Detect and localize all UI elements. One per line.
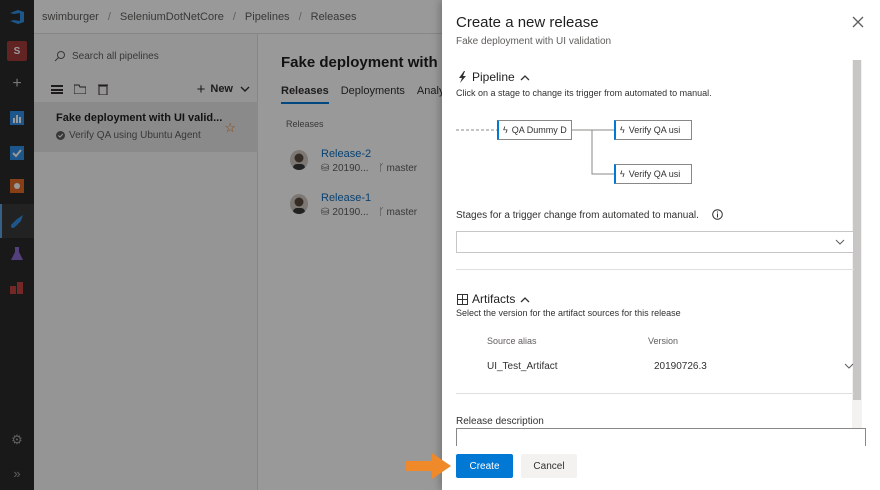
panel-title: Create a new release (456, 14, 599, 31)
stage-label: Verify QA usi (628, 125, 681, 135)
section-divider (456, 269, 854, 270)
pipeline-section-header[interactable]: Pipeline (456, 70, 530, 84)
artifacts-section-header[interactable]: Artifacts (456, 292, 530, 306)
stage-trigger-icon: ϟ (620, 125, 625, 135)
stage-trigger-icon: ϟ (620, 169, 625, 179)
scrollbar-thumb[interactable] (853, 60, 861, 400)
artifact-version-dropdown[interactable]: 20190726.3 (654, 361, 707, 372)
orange-arrow-annotation (406, 453, 451, 479)
artifacts-grid-icon (456, 293, 468, 305)
chevron-down-icon[interactable] (844, 363, 854, 371)
stage-trigger-icon: ϟ (503, 125, 508, 135)
stage-verify-qa-2[interactable]: ϟ Verify QA usi (614, 164, 692, 184)
section-divider (456, 393, 854, 394)
pipeline-diagram: ϟ QA Dummy D ϟ Verify QA usi ϟ Verify QA… (456, 116, 716, 188)
pipeline-icon (456, 71, 468, 83)
cancel-button[interactable]: Cancel (521, 454, 577, 478)
artifact-source-alias: UI_Test_Artifact (487, 361, 558, 372)
chevron-down-icon (835, 239, 845, 245)
artifacts-section-description: Select the version for the artifact sour… (456, 308, 681, 318)
stages-trigger-label-text: Stages for a trigger change from automat… (456, 210, 699, 221)
create-button[interactable]: Create (456, 454, 513, 478)
panel-scrollbar[interactable]: ▼ (852, 60, 862, 446)
info-icon[interactable] (711, 209, 723, 220)
pipeline-section-description: Click on a stage to change its trigger f… (456, 88, 712, 98)
chevron-up-icon (520, 296, 530, 302)
chevron-up-icon (520, 74, 530, 80)
release-description-label: Release description (456, 416, 544, 427)
pipeline-section-title: Pipeline (472, 70, 515, 84)
panel-subtitle: Fake deployment with UI validation (456, 36, 612, 47)
stage-label: Verify QA usi (628, 169, 681, 179)
artifact-version-value: 20190726.3 (654, 361, 707, 372)
version-column-header: Version (648, 336, 679, 346)
stage-label: QA Dummy D (511, 125, 567, 135)
stage-qa-dummy[interactable]: ϟ QA Dummy D (497, 120, 572, 140)
stage-verify-qa-1[interactable]: ϟ Verify QA usi (614, 120, 692, 140)
artifacts-section-title: Artifacts (472, 292, 516, 306)
stages-trigger-label: Stages for a trigger change from automat… (456, 209, 723, 221)
close-icon[interactable] (852, 16, 864, 28)
stages-dropdown[interactable] (456, 231, 854, 253)
release-description-field[interactable] (456, 428, 866, 446)
source-alias-column-header: Source alias (487, 336, 537, 346)
